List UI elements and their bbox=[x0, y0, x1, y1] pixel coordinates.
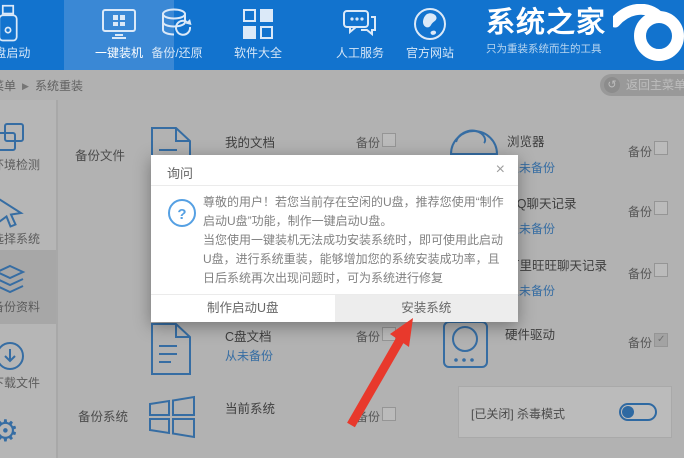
dialog-header-divider bbox=[151, 185, 518, 186]
dialog-paragraph: 当您使用一键装机无法成功安装系统时，即可使用此启动U盘，进行系统重装，能够增加您… bbox=[203, 231, 505, 288]
database-restore-icon bbox=[157, 7, 197, 41]
dialog-body: 尊敬的用户！若您当前存在空闲的U盘，推荐您使用“制作启动U盘”功能，制作一键启动… bbox=[203, 193, 505, 288]
dialog-title: 询问 bbox=[167, 163, 193, 182]
install-system-button[interactable]: 安装系统 bbox=[335, 295, 519, 322]
app-grid-icon bbox=[238, 7, 278, 41]
brand-tagline: 只为重装系统而生的工具 bbox=[486, 41, 616, 56]
top-toolbar: U盘启动 一键装机 备份/还原 软件大全 人工服务 bbox=[0, 0, 684, 70]
nav-label: 备份/还原 bbox=[130, 44, 224, 61]
nav-usb-boot[interactable]: U盘启动 bbox=[0, 0, 58, 70]
app-window: U盘启动 一键装机 备份/还原 软件大全 人工服务 bbox=[0, 0, 684, 458]
usb-drive-icon bbox=[0, 7, 28, 41]
question-dialog: 询问 × ? 尊敬的用户！若您当前存在空闲的U盘，推荐您使用“制作启动U盘”功能… bbox=[151, 155, 518, 322]
dialog-footer: 制作启动U盘 安装系统 bbox=[151, 294, 518, 322]
globe-icon bbox=[410, 7, 450, 41]
brand-swirl-icon bbox=[613, 4, 684, 66]
brand-logo: 系统之家 只为重装系统而生的工具 bbox=[486, 8, 616, 56]
nav-label: 官方网站 bbox=[384, 44, 476, 61]
nav-label: U盘启动 bbox=[0, 44, 58, 61]
nav-software-collection[interactable]: 软件大全 bbox=[212, 0, 304, 70]
nav-backup-restore[interactable]: 备份/还原 bbox=[130, 0, 224, 70]
make-boot-usb-button[interactable]: 制作启动U盘 bbox=[151, 295, 335, 322]
chat-bubbles-icon bbox=[340, 7, 380, 41]
brand-title: 系统之家 bbox=[486, 8, 616, 38]
close-icon[interactable]: × bbox=[496, 162, 505, 178]
dialog-paragraph: 尊敬的用户！若您当前存在空闲的U盘，推荐您使用“制作启动U盘”功能，制作一键启动… bbox=[203, 193, 505, 231]
nav-official-site[interactable]: 官方网站 bbox=[384, 0, 476, 70]
nav-label: 软件大全 bbox=[212, 44, 304, 61]
question-mark-icon: ? bbox=[168, 199, 196, 227]
